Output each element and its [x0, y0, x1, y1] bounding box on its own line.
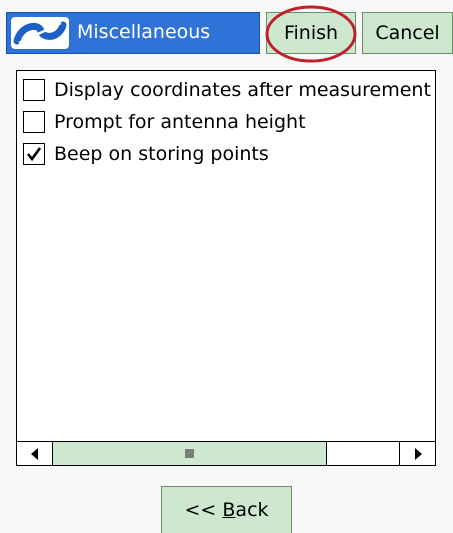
- arrow-left-icon: [30, 447, 38, 460]
- window-title: Miscellaneous: [77, 21, 211, 43]
- scroll-left-button[interactable]: [17, 442, 53, 465]
- title-bar: Miscellaneous Finish Cancel: [0, 0, 453, 63]
- checkbox-beep-storing-points[interactable]: [23, 143, 45, 165]
- app-logo-icon: [11, 17, 69, 49]
- checkmark-icon: [26, 147, 42, 162]
- option-display-coordinates[interactable]: Display coordinates after measurement: [23, 77, 431, 103]
- back-button[interactable]: << Back: [161, 486, 292, 533]
- scroll-right-button[interactable]: [399, 442, 435, 465]
- finish-button-label: Finish: [283, 22, 339, 44]
- grip-icon: [185, 449, 194, 458]
- checkbox-prompt-antenna-height[interactable]: [23, 111, 45, 133]
- horizontal-scrollbar[interactable]: [17, 441, 435, 465]
- option-beep-storing-points[interactable]: Beep on storing points: [23, 141, 269, 167]
- window-title-area: Miscellaneous: [6, 12, 260, 54]
- back-button-label: ack: [235, 499, 269, 521]
- option-label: Display coordinates after measurement: [54, 79, 431, 101]
- option-prompt-antenna-height[interactable]: Prompt for antenna height: [23, 109, 306, 135]
- scroll-thumb[interactable]: [53, 442, 327, 465]
- cancel-button-label: Cancel: [375, 22, 440, 44]
- cancel-button[interactable]: Cancel: [362, 12, 453, 54]
- checkbox-display-coordinates[interactable]: [23, 79, 45, 101]
- option-label: Beep on storing points: [54, 143, 269, 165]
- finish-button[interactable]: Finish: [266, 12, 356, 54]
- option-label: Prompt for antenna height: [54, 111, 306, 133]
- back-button-mnemonic: B: [222, 499, 236, 521]
- back-button-prefix: <<: [184, 499, 223, 521]
- arrow-right-icon: [414, 447, 422, 460]
- options-list: Display coordinates after measurement Pr…: [16, 70, 436, 466]
